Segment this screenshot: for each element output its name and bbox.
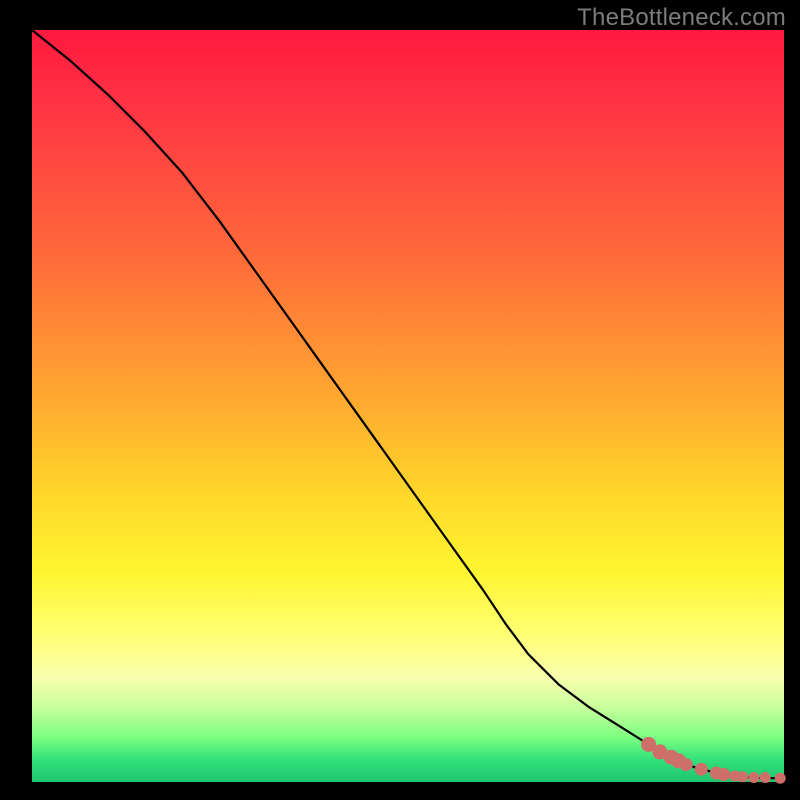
marker-dot	[737, 771, 748, 782]
marker-group	[641, 737, 786, 784]
marker-dot	[680, 758, 693, 771]
chart-overlay	[32, 30, 784, 782]
main-curve	[32, 30, 784, 778]
marker-dot	[775, 773, 786, 784]
marker-dot	[748, 772, 759, 783]
watermark-text: TheBottleneck.com	[577, 4, 786, 32]
outer-frame: TheBottleneck.com	[0, 0, 800, 800]
marker-dot	[760, 772, 771, 783]
marker-dot	[717, 768, 730, 781]
marker-dot	[695, 763, 708, 776]
